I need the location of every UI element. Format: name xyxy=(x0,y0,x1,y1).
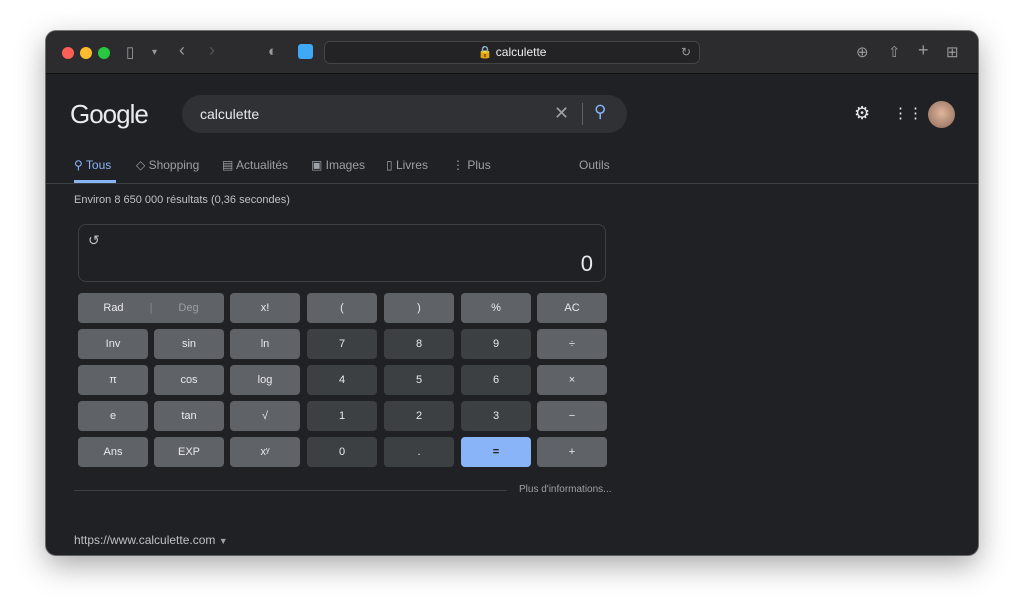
key-sin[interactable]: sin xyxy=(154,329,224,359)
shield-icon[interactable]: ◐ xyxy=(268,43,277,60)
tab-plus[interactable]: ⋮ Plus xyxy=(452,158,491,172)
display-value: 0 xyxy=(580,251,593,276)
tab-actualites[interactable]: ▤ Actualités xyxy=(222,158,288,172)
divider xyxy=(74,490,507,491)
reload-icon[interactable]: ↻ xyxy=(681,42,691,63)
search-box[interactable]: calculette ✕ ⚲ xyxy=(182,95,627,133)
key-c397[interactable]: × xyxy=(537,365,607,395)
back-icon[interactable]: ‹ xyxy=(179,40,185,61)
extension-icon[interactable] xyxy=(298,44,313,59)
key-.[interactable]: . xyxy=(384,437,454,467)
download-icon[interactable]: ⊕ xyxy=(856,43,869,61)
key-cf80[interactable]: π xyxy=(78,365,148,395)
forward-icon[interactable]: › xyxy=(209,40,215,61)
key-7[interactable]: 7 xyxy=(307,329,377,359)
close-window-button[interactable] xyxy=(62,47,74,59)
key-9[interactable]: 9 xyxy=(461,329,531,359)
tab-overview-icon[interactable]: ⊞ xyxy=(946,43,959,61)
key-xcab8[interactable]: xʸ xyxy=(230,437,300,467)
rad-deg-toggle[interactable]: Rad | Deg xyxy=(78,293,224,323)
key-2[interactable]: 2 xyxy=(384,401,454,431)
tab-images[interactable]: ▣ Images xyxy=(311,158,365,172)
address-bar[interactable]: 🔒 calculette ↻ xyxy=(324,41,700,64)
apps-icon[interactable]: ⋮⋮ xyxy=(893,104,923,122)
key-e28892[interactable]: − xyxy=(537,401,607,431)
deg-label: Deg xyxy=(178,302,199,314)
google-logo[interactable]: Google xyxy=(70,99,149,130)
share-icon[interactable]: ⇧ xyxy=(888,43,901,61)
new-tab-icon[interactable]: + xyxy=(918,40,929,61)
rad-label: Rad xyxy=(103,302,124,314)
tools-button[interactable]: Outils xyxy=(579,158,610,172)
more-icon: ⋮ xyxy=(452,158,468,172)
key-([interactable]: ( xyxy=(307,293,377,323)
clear-icon[interactable]: ✕ xyxy=(554,103,569,124)
url-text: calculette xyxy=(495,45,547,59)
news-icon: ▤ xyxy=(222,158,237,172)
search-icon[interactable]: ⚲ xyxy=(594,102,606,122)
key-)[interactable]: ) xyxy=(384,293,454,323)
key-ac[interactable]: AC xyxy=(537,293,607,323)
key-2b[interactable]: + xyxy=(537,437,607,467)
key-4[interactable]: 4 xyxy=(307,365,377,395)
key-1[interactable]: 1 xyxy=(307,401,377,431)
minimize-window-button[interactable] xyxy=(80,47,92,59)
key-3d[interactable]: = xyxy=(461,437,531,467)
search-input[interactable]: calculette xyxy=(200,106,259,122)
key-e2889a[interactable]: √ xyxy=(230,401,300,431)
result-url[interactable]: https://www.calculette.com ▼ xyxy=(74,533,228,547)
tab-livres[interactable]: ▯ Livres xyxy=(386,158,428,172)
key-3[interactable]: 3 xyxy=(461,401,531,431)
gear-icon[interactable]: ⚙ xyxy=(854,103,870,124)
key-ans[interactable]: Ans xyxy=(78,437,148,467)
key-exp[interactable]: EXP xyxy=(154,437,224,467)
zoom-window-button[interactable] xyxy=(98,47,110,59)
key-8[interactable]: 8 xyxy=(384,329,454,359)
browser-window: ▯ ▾ ‹ › ◐ 🔒 calculette ↻ ⊕ ⇧ + ⊞ Google c… xyxy=(46,31,978,555)
result-stats: Environ 8 650 000 résultats (0,36 second… xyxy=(74,194,290,206)
key-ln[interactable]: ln xyxy=(230,329,300,359)
key-inv[interactable]: Inv xyxy=(78,329,148,359)
chevron-down-icon: ▼ xyxy=(218,536,228,546)
key-tan[interactable]: tan xyxy=(154,401,224,431)
avatar[interactable] xyxy=(928,101,955,128)
key-5[interactable]: 5 xyxy=(384,365,454,395)
key-log[interactable]: log xyxy=(230,365,300,395)
book-icon: ▯ xyxy=(386,158,396,172)
search-icon: ⚲ xyxy=(74,158,86,172)
key-e[interactable]: e xyxy=(78,401,148,431)
tab-shopping[interactable]: ◇ Shopping xyxy=(136,158,199,172)
key-6[interactable]: 6 xyxy=(461,365,531,395)
key-x![interactable]: x! xyxy=(230,293,300,323)
calculator-display: ↺ 0 xyxy=(78,224,606,282)
divider xyxy=(582,103,583,125)
image-icon: ▣ xyxy=(311,158,326,172)
key-cos[interactable]: cos xyxy=(154,365,224,395)
browser-toolbar: ▯ ▾ ‹ › ◐ 🔒 calculette ↻ ⊕ ⇧ + ⊞ xyxy=(46,31,978,74)
chevron-down-icon[interactable]: ▾ xyxy=(152,47,157,58)
history-icon[interactable]: ↺ xyxy=(88,232,100,249)
tab-tous[interactable]: ⚲ Tous xyxy=(74,158,111,172)
key-c3b7[interactable]: ÷ xyxy=(537,329,607,359)
key-25[interactable]: % xyxy=(461,293,531,323)
more-info-link[interactable]: Plus d'informations... xyxy=(519,484,612,495)
tag-icon: ◇ xyxy=(136,158,149,172)
key-0[interactable]: 0 xyxy=(307,437,377,467)
divider xyxy=(46,183,978,184)
sidebar-icon[interactable]: ▯ xyxy=(126,43,134,61)
